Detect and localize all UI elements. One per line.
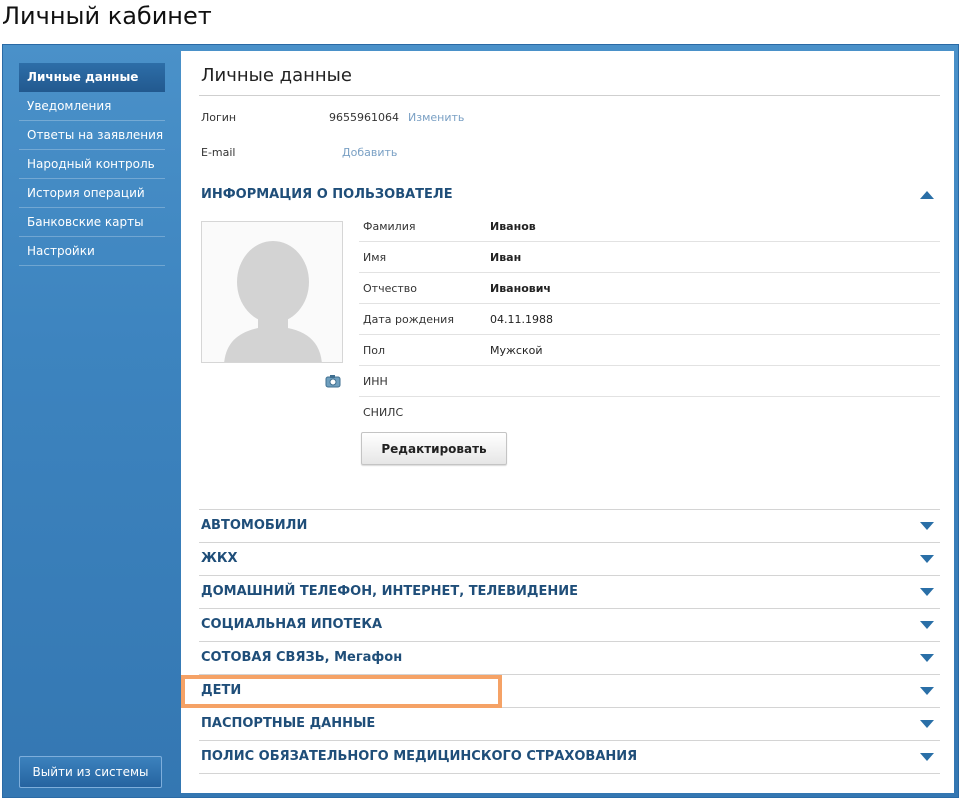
divider <box>199 95 940 96</box>
section-label: ДЕТИ <box>201 683 242 698</box>
field-first-name: Имя Иван <box>359 242 940 273</box>
field-value: Иванович <box>490 282 551 295</box>
field-birth-date: Дата рождения 04.11.1988 <box>359 304 940 335</box>
login-label: Логин <box>201 111 237 124</box>
content-panel: Личные данные Логин 9655961064 Изменить … <box>181 51 954 793</box>
section-housing-utilities[interactable]: ЖКХ <box>201 543 940 575</box>
section-label: АВТОМОБИЛИ <box>201 518 308 533</box>
triangle-down-icon <box>920 555 934 563</box>
section-label: ЖКХ <box>201 551 238 566</box>
field-label: Пол <box>363 344 386 357</box>
change-login-link[interactable]: Изменить <box>408 111 464 124</box>
sidebar-item-settings[interactable]: Настройки <box>19 237 165 266</box>
login-value: 9655961064 <box>329 111 399 124</box>
field-snils: СНИЛС <box>359 397 940 428</box>
sidebar-item-operations-history[interactable]: История операций <box>19 179 165 208</box>
field-label: Имя <box>363 251 387 264</box>
section-medical-insurance[interactable]: ПОЛИС ОБЯЗАТЕЛЬНОГО МЕДИЦИНСКОГО СТРАХОВ… <box>201 741 940 773</box>
triangle-down-icon <box>920 522 934 530</box>
field-value: Иван <box>490 251 522 264</box>
section-label: ДОМАШНИЙ ТЕЛЕФОН, ИНТЕРНЕТ, ТЕЛЕВИДЕНИЕ <box>201 584 579 599</box>
sidebar-item-notifications[interactable]: Уведомления <box>19 92 165 121</box>
field-inn: ИНН <box>359 366 940 397</box>
section-cars[interactable]: АВТОМОБИЛИ <box>201 510 940 542</box>
section-mobile[interactable]: СОТОВАЯ СВЯЗЬ, Мегафон <box>201 642 940 674</box>
avatar <box>201 221 343 363</box>
field-label: СНИЛС <box>363 406 404 419</box>
field-label: Фамилия <box>363 220 416 233</box>
sidebar-nav: Личные данные Уведомления Ответы на заяв… <box>19 63 165 266</box>
field-label: Отчество <box>363 282 418 295</box>
sidebar-item-personal-data[interactable]: Личные данные <box>19 63 165 92</box>
page-title: Личный кабинет <box>2 2 212 30</box>
triangle-up-icon <box>920 191 934 199</box>
sidebar-item-bank-cards[interactable]: Банковские карты <box>19 208 165 237</box>
field-label: Дата рождения <box>363 313 454 326</box>
section-home-phone-internet-tv[interactable]: ДОМАШНИЙ ТЕЛЕФОН, ИНТЕРНЕТ, ТЕЛЕВИДЕНИЕ <box>201 576 940 608</box>
section-user-info-label: ИНФОРМАЦИЯ О ПОЛЬЗОВАТЕЛЕ <box>201 187 453 202</box>
logout-button[interactable]: Выйти из системы <box>19 756 162 788</box>
section-passport[interactable]: ПАСПОРТНЫЕ ДАННЫЕ <box>201 708 940 740</box>
add-email-link[interactable]: Добавить <box>342 146 397 159</box>
field-label: ИНН <box>363 375 388 388</box>
section-label: СОТОВАЯ СВЯЗЬ, Мегафон <box>201 650 403 665</box>
section-user-info[interactable]: ИНФОРМАЦИЯ О ПОЛЬЗОВАТЕЛЕ <box>201 179 940 211</box>
triangle-down-icon <box>920 753 934 761</box>
edit-button[interactable]: Редактировать <box>361 432 507 465</box>
triangle-down-icon <box>920 654 934 662</box>
camera-icon[interactable] <box>325 373 341 388</box>
sidebar-item-application-answers[interactable]: Ответы на заявления <box>19 121 165 150</box>
triangle-down-icon <box>920 687 934 695</box>
section-label: ПОЛИС ОБЯЗАТЕЛЬНОГО МЕДИЦИНСКОГО СТРАХОВ… <box>201 749 638 764</box>
section-social-mortgage[interactable]: СОЦИАЛЬНАЯ ИПОТЕКА <box>201 609 940 641</box>
triangle-down-icon <box>920 588 934 596</box>
sidebar-item-public-control[interactable]: Народный контроль <box>19 150 165 179</box>
field-value: Мужской <box>490 344 543 357</box>
field-gender: Пол Мужской <box>359 335 940 366</box>
field-surname: Фамилия Иванов <box>359 211 940 242</box>
triangle-down-icon <box>920 720 934 728</box>
user-silhouette-icon <box>202 222 342 362</box>
divider <box>199 773 940 774</box>
section-label: СОЦИАЛЬНАЯ ИПОТЕКА <box>201 617 383 632</box>
triangle-down-icon <box>920 621 934 629</box>
email-label: E-mail <box>201 146 236 159</box>
field-patronymic: Отчество Иванович <box>359 273 940 304</box>
field-value: Иванов <box>490 220 536 233</box>
section-children[interactable]: ДЕТИ <box>201 675 940 707</box>
content-title: Личные данные <box>201 65 352 86</box>
account-frame: Личные данные Уведомления Ответы на заяв… <box>2 44 959 798</box>
section-label: ПАСПОРТНЫЕ ДАННЫЕ <box>201 716 376 731</box>
field-value: 04.11.1988 <box>490 313 553 326</box>
